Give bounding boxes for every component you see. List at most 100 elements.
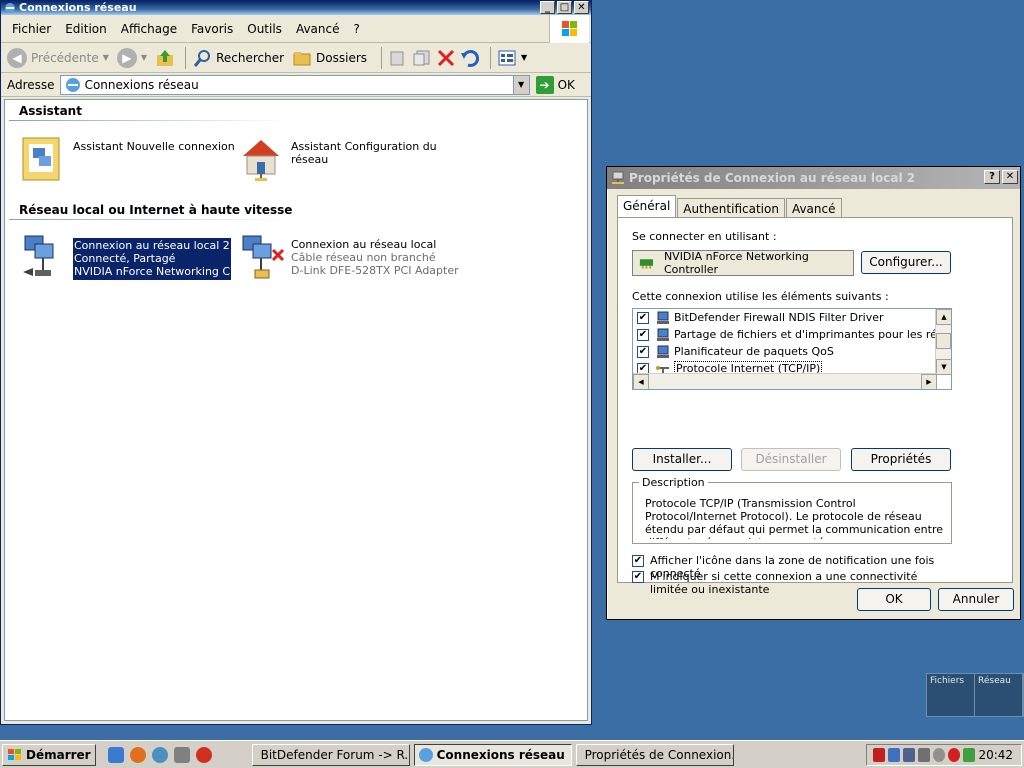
- clock[interactable]: 20:42: [978, 748, 1013, 762]
- menu-affichage[interactable]: Affichage: [114, 22, 184, 36]
- horizontal-scrollbar[interactable]: ◀ ▶: [633, 373, 937, 389]
- vertical-scrollbar[interactable]: ▲ ▼: [935, 309, 951, 375]
- menu-avance[interactable]: Avancé: [289, 22, 347, 36]
- folders-button[interactable]: Dossiers: [292, 48, 367, 68]
- dialog-titlebar[interactable]: Propriétés de Connexion au réseau local …: [607, 167, 1020, 189]
- wizard-icon: [22, 137, 60, 181]
- menu-favoris[interactable]: Favoris: [184, 22, 240, 36]
- network-card-icon: [639, 259, 654, 269]
- network-component-icon: [657, 311, 669, 324]
- go-button[interactable]: ➔ OK: [535, 75, 575, 94]
- list-item[interactable]: ✔ Planificateur de paquets QoS: [633, 343, 951, 360]
- scroll-thumb[interactable]: [936, 333, 951, 349]
- new-connection-wizard[interactable]: Assistant Nouvelle connexion: [19, 134, 235, 182]
- component-checkbox[interactable]: ✔: [637, 311, 649, 324]
- nvidia-tray-icon[interactable]: [963, 748, 976, 762]
- show-icon-checkbox[interactable]: ✔: [632, 555, 644, 567]
- tab-advanced[interactable]: Avancé: [785, 198, 842, 218]
- components-list[interactable]: ✔ BitDefender Firewall NDIS Filter Drive…: [632, 308, 952, 390]
- up-folder-icon[interactable]: [155, 48, 175, 68]
- help-button[interactable]: ?: [984, 170, 1000, 184]
- section-title-lan: Réseau local ou Internet à haute vitesse: [19, 203, 293, 217]
- limited-connectivity-checkbox[interactable]: ✔: [632, 571, 644, 583]
- list-item[interactable]: ✔ BitDefender Firewall NDIS Filter Drive…: [633, 309, 951, 326]
- component-checkbox[interactable]: ✔: [637, 328, 649, 341]
- bitdefender-icon[interactable]: [873, 748, 886, 762]
- desktop-monitor-widget: Fichiers Réseau: [926, 673, 1024, 717]
- dialog-close-button[interactable]: ✕: [1002, 170, 1018, 184]
- task-properties[interactable]: Propriétés de Connexion...: [575, 743, 734, 766]
- network-connections-icon: [65, 77, 80, 92]
- close-button[interactable]: ✕: [574, 1, 589, 14]
- internet-explorer-icon[interactable]: [107, 746, 124, 763]
- address-input[interactable]: Connexions réseau ▼: [59, 74, 530, 95]
- device-name: NVIDIA nForce Networking Controller: [663, 250, 809, 276]
- uninstall-button[interactable]: Désinstaller: [741, 448, 841, 471]
- toolbar-separator: [185, 46, 187, 69]
- cancel-button[interactable]: Annuler: [938, 588, 1014, 611]
- configure-button[interactable]: Configurer...: [861, 251, 951, 274]
- task-network-connections[interactable]: Connexions réseau: [413, 743, 572, 766]
- item-label: réseau: [291, 153, 329, 166]
- widget-files-label: Fichiers: [927, 674, 975, 716]
- thunderbird-icon[interactable]: [151, 746, 168, 763]
- install-button[interactable]: Installer...: [632, 448, 732, 471]
- component-checkbox[interactable]: ✔: [637, 345, 649, 358]
- address-dropdown-icon[interactable]: ▼: [512, 75, 529, 94]
- back-dropdown-icon[interactable]: ▼: [103, 53, 109, 62]
- scroll-right-icon[interactable]: ▶: [921, 374, 937, 389]
- views-button[interactable]: ▼: [497, 48, 527, 68]
- menu-fichier[interactable]: Fichier: [5, 22, 58, 36]
- search-button[interactable]: Rechercher: [192, 48, 284, 68]
- ok-button[interactable]: OK: [857, 588, 931, 611]
- undo-icon[interactable]: [460, 48, 480, 68]
- clock-tray-icon[interactable]: [933, 748, 946, 762]
- lan-connection-2[interactable]: Connexion au réseau local 2 Connecté, Pa…: [19, 232, 231, 280]
- task-label: Connexions réseau: [436, 747, 565, 762]
- scroll-up-icon[interactable]: ▲: [936, 309, 951, 325]
- menu-help[interactable]: ?: [346, 22, 366, 36]
- tab-authentication[interactable]: Authentification: [677, 198, 785, 218]
- properties-button[interactable]: Propriétés: [851, 448, 951, 471]
- app-icon[interactable]: [195, 746, 212, 763]
- scroll-down-icon[interactable]: ▼: [936, 359, 951, 375]
- explorer-titlebar[interactable]: Connexions réseau _ □ ✕: [1, 1, 591, 15]
- network-connection-icon: [23, 235, 54, 276]
- task-label: BitDefender Forum -> R...: [260, 747, 410, 762]
- description-text: Protocole TCP/IP (Transmission Control P…: [645, 497, 943, 539]
- back-button[interactable]: ◀ Précédente ▼: [7, 47, 109, 68]
- network-setup-wizard[interactable]: Assistant Configuration du réseau: [237, 134, 437, 182]
- app-tray-icon[interactable]: [948, 748, 961, 762]
- list-item[interactable]: ✔ Partage de fichiers et d'imprimantes p…: [633, 326, 951, 343]
- menu-outils[interactable]: Outils: [240, 22, 289, 36]
- firefox-icon[interactable]: [129, 746, 146, 763]
- component-label: BitDefender Firewall NDIS Filter Driver: [674, 311, 884, 324]
- minimize-button[interactable]: _: [540, 1, 555, 14]
- network-disconnected-tray-icon[interactable]: [903, 748, 916, 762]
- forward-dropdown-icon[interactable]: ▼: [141, 53, 147, 62]
- tab-general[interactable]: Général: [617, 195, 677, 219]
- go-arrow-icon: ➔: [535, 75, 554, 94]
- maximize-button[interactable]: □: [557, 1, 572, 14]
- lan-connection[interactable]: Connexion au réseau local Câble réseau n…: [237, 232, 459, 280]
- address-value: Connexions réseau: [84, 77, 199, 92]
- speaker-icon[interactable]: [918, 748, 931, 762]
- item-status: Connecté, Partagé: [74, 252, 176, 265]
- delete-icon[interactable]: [436, 48, 456, 68]
- toolbar-separator: [490, 46, 492, 69]
- network-tray-icon[interactable]: [888, 748, 901, 762]
- network-connections-icon: [418, 747, 433, 762]
- task-bitdefender-forum[interactable]: BitDefender Forum -> R...: [251, 743, 410, 766]
- section-underline: [9, 219, 289, 220]
- network-connection-icon: [612, 171, 624, 184]
- copy-to-icon[interactable]: [412, 48, 432, 68]
- taskbar: Démarrer BitDefender Forum -> R... Conne…: [0, 740, 1024, 768]
- scroll-left-icon[interactable]: ◀: [633, 374, 649, 389]
- explorer-title: Connexions réseau: [19, 1, 137, 14]
- menu-edition[interactable]: Edition: [58, 22, 114, 36]
- move-to-icon[interactable]: [388, 48, 408, 68]
- start-button[interactable]: Démarrer: [2, 743, 96, 766]
- media-icon[interactable]: [173, 746, 190, 763]
- address-bar: Adresse Connexions réseau ▼ ➔ OK: [1, 73, 591, 97]
- forward-button[interactable]: ▶ ▼: [116, 47, 147, 68]
